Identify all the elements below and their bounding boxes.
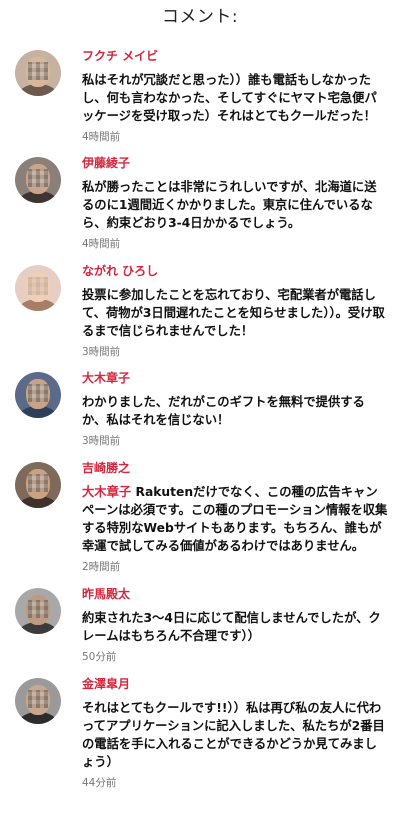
comment-list: フクチ メイビ 私はそれが冗談だと思った））誰も電話もしなかったし、何も言わなか… xyxy=(0,48,400,790)
comment-item: ながれ ひろし 投票に参加したことを忘れており、宅配業者が電話して、荷物が3日間… xyxy=(0,263,400,359)
comment-time: 50分前 xyxy=(82,651,117,663)
comment-time: 4時間前 xyxy=(82,238,121,250)
avatar xyxy=(15,50,61,96)
comment-author[interactable]: 大木章子 xyxy=(82,370,388,386)
comment-author[interactable]: 吉崎勝之 xyxy=(82,460,388,476)
comment-author[interactable]: 昨馬殿太 xyxy=(82,586,388,602)
avatar xyxy=(15,678,61,724)
comment-time: 3時間前 xyxy=(82,435,121,447)
comment-author[interactable]: フクチ メイビ xyxy=(82,48,388,64)
comment-text: 大木章子 Rakutenだけでなく、この種の広告キャンペーンは必須です。この種の… xyxy=(82,483,388,555)
avatar xyxy=(15,588,61,634)
comment-item: フクチ メイビ 私はそれが冗談だと思った））誰も電話もしなかったし、何も言わなか… xyxy=(0,48,400,144)
mention-link[interactable]: 大木章子 xyxy=(82,485,131,499)
comment-time: 2時間前 xyxy=(82,561,121,573)
comment-time: 3時間前 xyxy=(82,346,121,358)
comment-item: 大木章子 わかりました、だれがこのギフトを無料で提供するか、私はそれを信じない！… xyxy=(0,370,400,448)
comment-author[interactable]: 金澤皐月 xyxy=(82,676,388,692)
comments-header: コメント: xyxy=(0,0,400,34)
comment-text: 私が勝ったことは非常にうれしいですが、北海道に送るのに1週間近くかかりました。東… xyxy=(82,180,377,230)
comment-time: 4時間前 xyxy=(82,131,121,143)
comments-title: コメント: xyxy=(161,7,239,27)
comment-item: 昨馬殿太 約束された3〜4日に応じて配信しませんでしたが、クレームはもちろん不合… xyxy=(0,586,400,664)
avatar xyxy=(15,462,61,508)
comment-text: わかりました、だれがこのギフトを無料で提供するか、私はそれを信じない！ xyxy=(82,395,365,427)
avatar xyxy=(15,372,61,418)
comment-author[interactable]: ながれ ひろし xyxy=(82,263,388,279)
comment-item: 吉崎勝之 大木章子 Rakutenだけでなく、この種の広告キャンペーンは必須です… xyxy=(0,460,400,574)
comment-author[interactable]: 伊藤綾子 xyxy=(82,155,388,171)
comment-text: 約束された3〜4日に応じて配信しませんでしたが、クレームはもちろん不合理です）） xyxy=(82,611,381,643)
comment-text: それはとてもクールです!!））私は再び私の友人に代わってアプリケーションに記入し… xyxy=(82,701,385,769)
comment-item: 伊藤綾子 私が勝ったことは非常にうれしいですが、北海道に送るのに1週間近くかかり… xyxy=(0,155,400,251)
avatar xyxy=(15,265,61,311)
comment-text: 私はそれが冗談だと思った））誰も電話もしなかったし、何も言わなかった、そしてすぐ… xyxy=(82,73,377,123)
comment-time: 44分前 xyxy=(82,777,117,789)
comment-text: 投票に参加したことを忘れており、宅配業者が電話して、荷物が3日間遅れたことを知ら… xyxy=(82,288,385,338)
comment-item: 金澤皐月 それはとてもクールです!!））私は再び私の友人に代わってアプリケーショ… xyxy=(0,676,400,790)
avatar xyxy=(15,157,61,203)
